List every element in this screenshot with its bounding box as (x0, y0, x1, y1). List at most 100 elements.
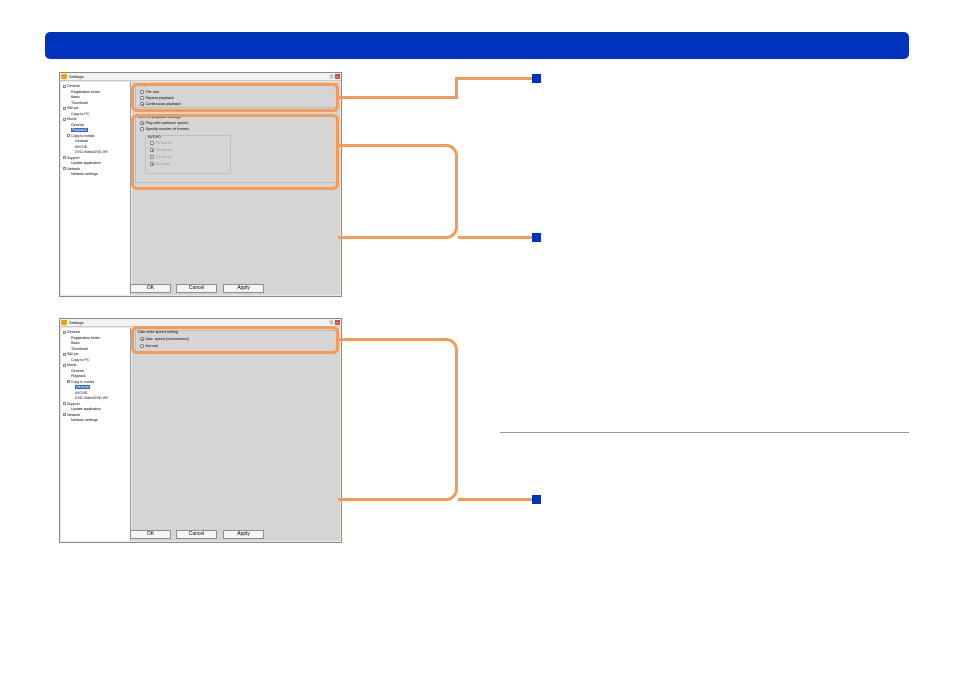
highlight-avchd-settings (131, 114, 339, 190)
tree-item[interactable]: Copy to PC (71, 358, 89, 363)
tree-item[interactable]: Thumbnail (71, 101, 88, 106)
tree-item-label: Thumbnail (71, 100, 88, 105)
tree-item[interactable]: Support (63, 402, 80, 407)
close-button[interactable]: × (335, 320, 340, 325)
tree-item-label: Copy to PC (71, 357, 90, 362)
tree-item[interactable]: Network (63, 167, 80, 172)
tree-item[interactable]: Still pic. (63, 106, 79, 111)
window-title: Settings (69, 74, 84, 79)
tree-item[interactable]: General (75, 385, 90, 390)
tree-item[interactable]: AVCHD (75, 145, 87, 150)
tree-item-label: Movie (67, 363, 77, 367)
marker-square-icon (532, 74, 541, 83)
tree-item-label: Update application (71, 161, 101, 165)
tree-item[interactable]: Still pic. (63, 352, 79, 357)
apply-button[interactable]: Apply (223, 530, 264, 539)
tree-item-label: Network settings (71, 172, 98, 176)
callout-line (458, 236, 533, 239)
expand-collapse-icon[interactable] (63, 156, 66, 160)
expand-collapse-icon[interactable] (67, 134, 70, 138)
tree-item[interactable]: DVD-Video/DVD-VR (75, 150, 108, 155)
tree-item[interactable]: Playback (71, 128, 88, 133)
tree-item-label: Network (67, 166, 81, 171)
tree-item-label: Copy to media (71, 133, 95, 138)
tree-item[interactable]: Basic (71, 341, 80, 346)
tree-item-label: AVCHD (75, 390, 88, 395)
header-bar (45, 32, 909, 59)
cancel-button[interactable]: Cancel (176, 530, 217, 539)
tree-item[interactable]: Support (63, 156, 80, 161)
tree-item-label: Still pic. (67, 106, 80, 110)
tree-item[interactable]: Network (63, 413, 80, 418)
expand-collapse-icon[interactable] (67, 380, 70, 384)
tree-item[interactable]: DVD-Video/DVD-VR (75, 396, 108, 401)
tree-item-label: AVCHD (75, 144, 88, 149)
apply-button[interactable]: Apply (223, 284, 264, 293)
tree-item[interactable]: General (71, 123, 84, 128)
window-title: Settings (69, 320, 84, 325)
app-icon (61, 74, 67, 79)
expand-collapse-icon[interactable] (63, 167, 66, 171)
callout-line (338, 338, 458, 501)
callout-line (338, 96, 458, 99)
tree-item-label: Still pic. (67, 352, 80, 356)
tree-item-label: Network settings (71, 418, 98, 422)
callout-line (455, 77, 533, 80)
tree-item[interactable]: Thumbnail (71, 347, 88, 352)
tree-item[interactable]: Copy to media (67, 380, 94, 385)
highlight-disc-write-speed (131, 326, 339, 354)
highlight-playback-method (131, 83, 339, 112)
tree-item[interactable]: Basic (71, 95, 80, 100)
expand-collapse-icon[interactable] (63, 117, 66, 121)
title-bar: Settings ? × (60, 73, 341, 81)
tree-item[interactable]: General (71, 369, 84, 374)
expand-collapse-icon[interactable] (63, 402, 66, 406)
ok-button[interactable]: OK (130, 284, 171, 293)
tree-item-label: General (71, 368, 84, 373)
marker-square-icon (532, 495, 541, 504)
tree-item-label: General (67, 330, 80, 334)
tree-item[interactable]: Movie (63, 117, 77, 122)
help-button[interactable]: ? (329, 320, 334, 325)
tree-item-label: Thumbnail (71, 346, 88, 351)
tree-item-label: Support (67, 155, 80, 160)
settings-tree: General Registration folder Basic Thumbnail… (61, 82, 131, 295)
expand-collapse-icon[interactable] (63, 106, 66, 110)
callout-line (458, 498, 533, 501)
tree-item[interactable]: General (63, 84, 80, 89)
tree-item-label: Basic (71, 95, 80, 99)
tree-item[interactable]: Copy to media (67, 134, 94, 139)
expand-collapse-icon[interactable] (63, 352, 66, 356)
ok-button[interactable]: OK (130, 530, 171, 539)
tree-item[interactable]: Network settings (71, 172, 98, 177)
tree-item[interactable]: Registration folder (71, 336, 100, 341)
tree-item-label: Registration folder (71, 335, 101, 340)
tree-item[interactable]: Update application (71, 407, 101, 412)
tree-item-label: Basic (71, 341, 80, 345)
expand-collapse-icon[interactable] (63, 363, 66, 367)
expand-collapse-icon[interactable] (63, 84, 66, 88)
tree-item[interactable]: General (63, 330, 80, 335)
callout-line (338, 144, 458, 239)
help-button[interactable]: ? (329, 74, 334, 79)
tree-item[interactable]: Update application (71, 161, 101, 166)
tree-item[interactable]: AVCHD (75, 391, 87, 396)
tree-item[interactable]: Registration folder (71, 90, 100, 95)
expand-collapse-icon[interactable] (63, 330, 66, 334)
tree-item-label: Support (67, 401, 80, 406)
app-icon (61, 320, 67, 325)
tree-item-label: DVD-Video/DVD-VR (75, 150, 108, 154)
tree-item[interactable]: General (75, 139, 88, 144)
tree-item-label: Network (67, 412, 81, 417)
close-button[interactable]: × (335, 74, 340, 79)
cancel-button[interactable]: Cancel (176, 284, 217, 293)
expand-collapse-icon[interactable] (63, 413, 66, 417)
tree-item-label: General (75, 139, 88, 143)
callout-line (455, 80, 458, 99)
tree-item[interactable]: Copy to PC (71, 112, 89, 117)
settings-tree: General Registration folder Basic Thumbnail… (61, 328, 131, 541)
tree-item[interactable]: Network settings (71, 418, 98, 423)
tree-item-label: Copy to media (71, 379, 95, 384)
tree-item[interactable]: Playback (71, 374, 86, 379)
tree-item[interactable]: Movie (63, 363, 77, 368)
